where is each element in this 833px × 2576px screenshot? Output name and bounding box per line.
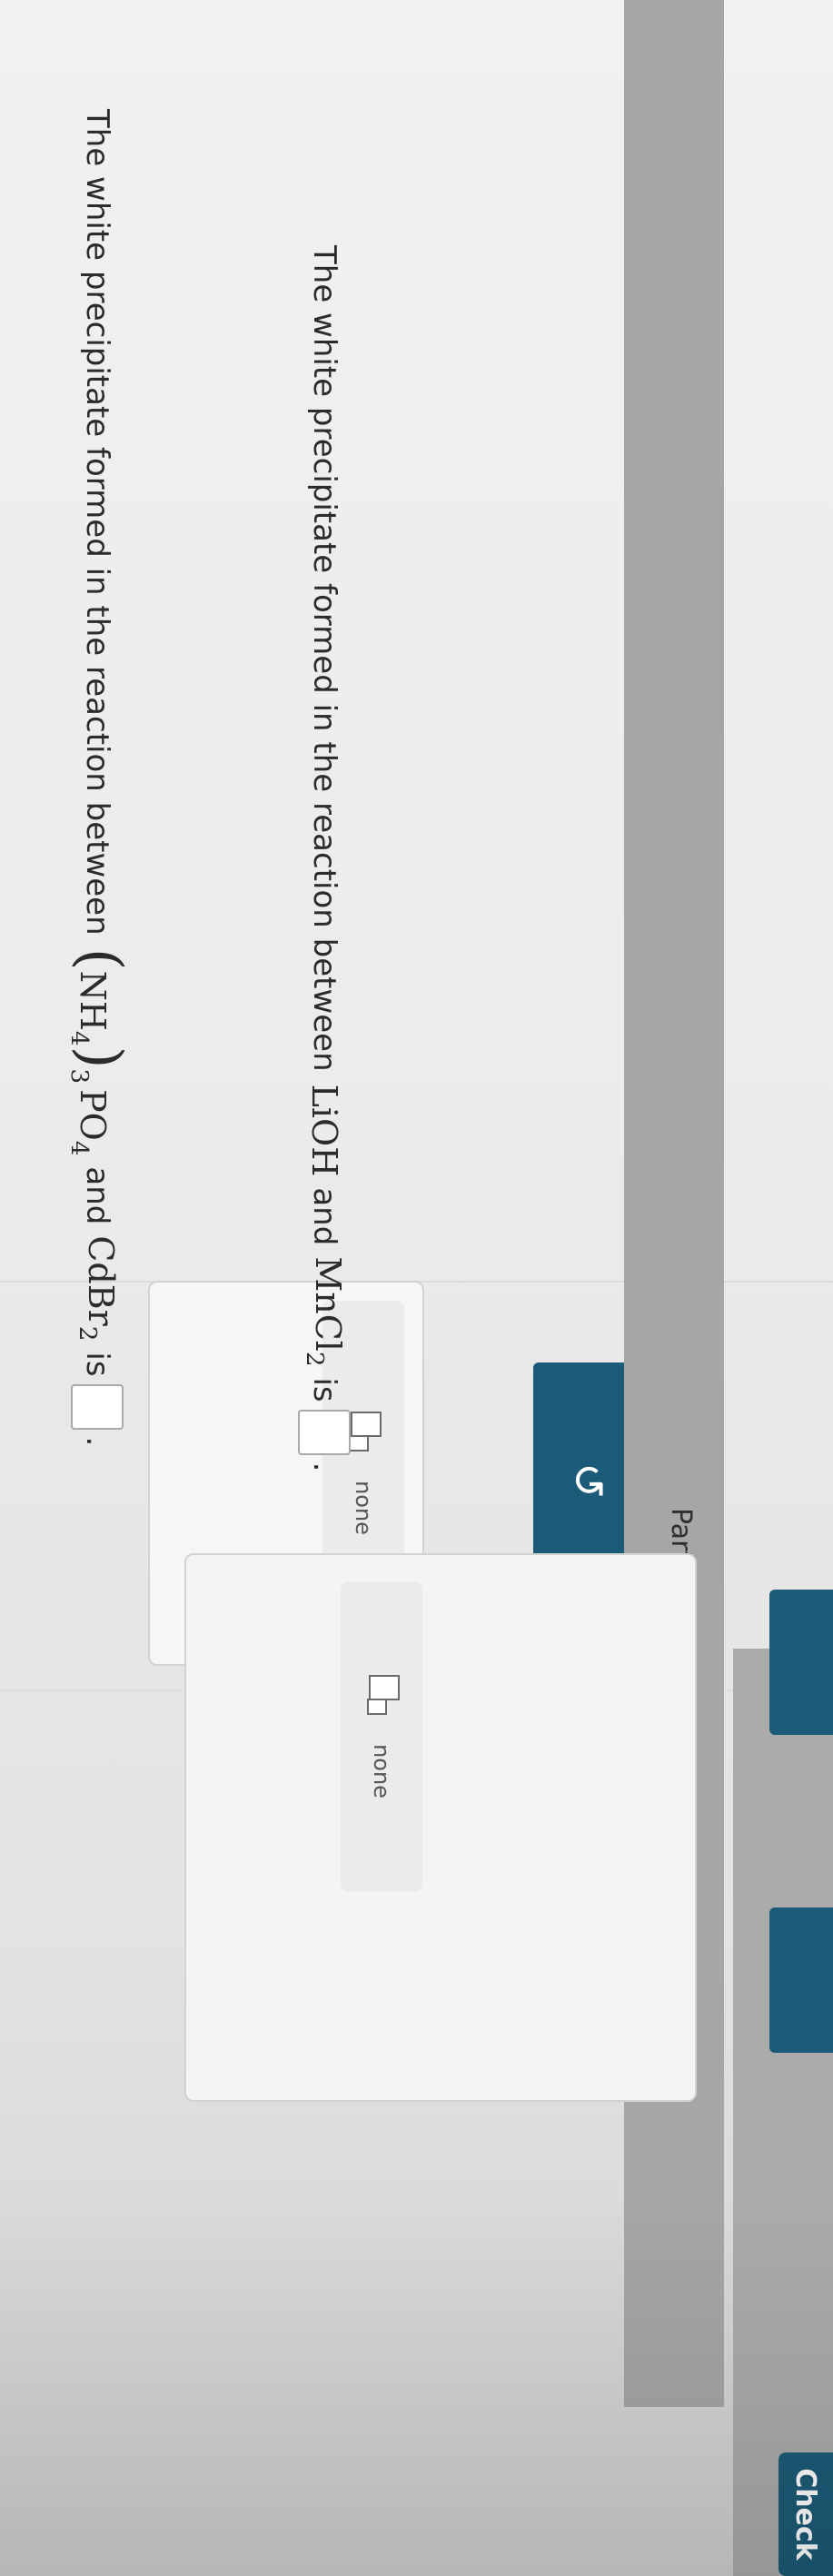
part-sidebar [733,1649,833,2576]
none-option[interactable]: none [351,1481,376,1535]
reactant-2: MnCl2 [301,1256,348,1367]
undo-button-2[interactable] [769,1590,833,1735]
reactant-2: CdBr2 [74,1235,121,1342]
answer-palette-2: none [184,1553,697,2102]
stage: The white precipitate formed in the reac… [0,0,833,2576]
and-text: and [79,1166,115,1225]
reactant-1: (NH4)3PO4 [65,947,134,1156]
answer-input-1[interactable] [71,1383,124,1430]
question-2-text: The white precipitate formed in the reac… [306,245,342,1072]
question-1: The white precipitate formed in the reac… [65,109,134,1447]
none-option[interactable]: none [369,1744,394,1798]
clear-button-2[interactable] [769,1907,833,2053]
and-text: and [306,1187,342,1246]
subscript-template-button[interactable]: none [341,1582,422,1891]
subscript-template-icon [363,1675,400,1717]
check-button[interactable]: Check [778,2452,833,2576]
is-text: is [306,1377,342,1402]
reactant-1: LiOH [304,1084,344,1177]
answer-input-2[interactable] [298,1409,351,1455]
question-2: The white precipitate formed in the reac… [288,245,361,1471]
question-1-text: The white precipitate formed in the reac… [79,109,115,936]
is-text: is [79,1352,115,1377]
